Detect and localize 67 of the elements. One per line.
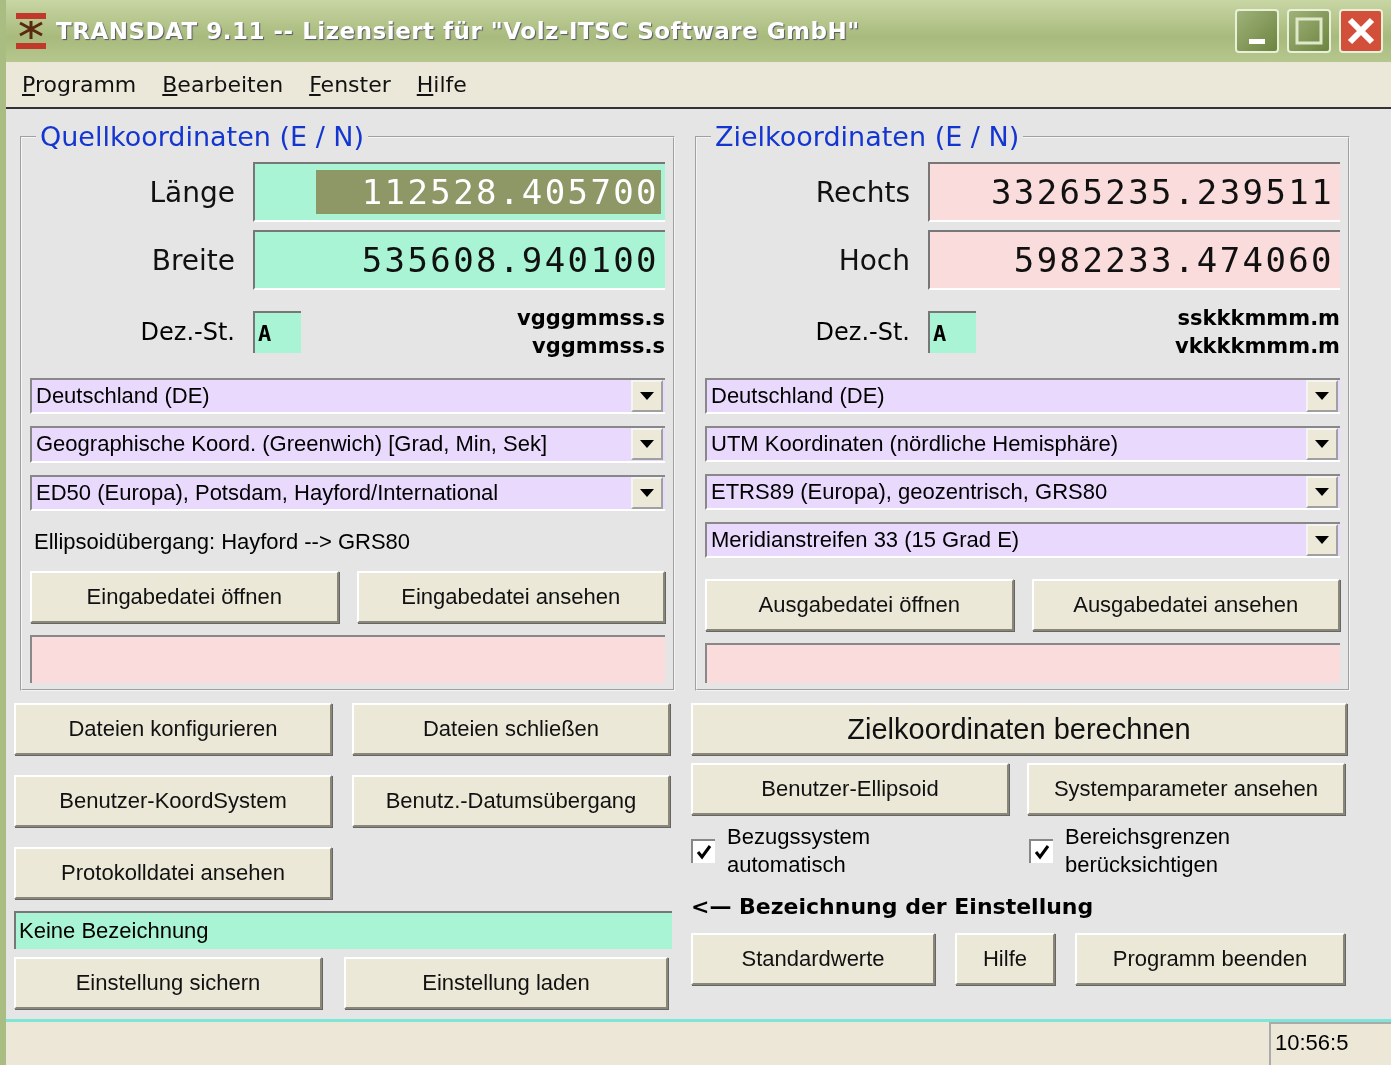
group-title: Quellkoordinaten (E / N) (39, 121, 366, 153)
dropdown[interactable]: UTM Koordinaten (nördliche Hemisphäre) (705, 426, 1340, 463)
file-path-field[interactable] (30, 634, 665, 684)
action-button[interactable]: Hilfe (955, 933, 1055, 986)
action-button[interactable]: Dateien schließen (352, 703, 670, 756)
decimals-label: Dez.-St. (139, 318, 235, 347)
setting-name-field[interactable]: Keine Bezeichnung (14, 911, 672, 950)
action-button[interactable]: Benutzer-Ellipsoid (691, 763, 1009, 816)
coordinate-value: 112528.405700 (315, 170, 661, 215)
dropdown[interactable]: Meridianstreifen 33 (15 Grad E) (705, 522, 1340, 559)
dropdown[interactable]: ETRS89 (Europa), geozentrisch, GRS80 (705, 474, 1340, 511)
checkbox[interactable] (691, 839, 715, 864)
dropdown[interactable]: ED50 (Europa), Potsdam, Hayford/International (30, 474, 665, 511)
file-button[interactable]: Eingabedatei ansehen (356, 570, 665, 623)
compute-button[interactable]: Zielkoordinaten berechnen (691, 703, 1347, 756)
coordinate-value: 5982233.474060 (1012, 239, 1335, 283)
window-title: TRANSDAT 9.11 -- Lizensiert für "Volz-ITSC Software GmbH" (56, 18, 861, 45)
checkbox-label: Bereichsgrenzen berücksichtigen (1065, 823, 1232, 880)
field-label: Länge (148, 175, 235, 209)
close-icon (1347, 17, 1375, 46)
field-label: Breite (150, 243, 235, 277)
action-button[interactable]: Dateien konfigurieren (14, 703, 332, 756)
status-time: 10:56:5 (1269, 1022, 1391, 1065)
close-button[interactable] (1339, 9, 1383, 54)
action-button[interactable]: Standardwerte (691, 933, 935, 986)
action-button[interactable]: Programm beenden (1075, 933, 1345, 986)
setting-hint: <— Bezeichnung der Einstellung (691, 892, 1095, 921)
minimize-icon (1249, 38, 1265, 44)
menu-item[interactable]: Bearbeiten (154, 72, 292, 98)
decimals-label: Dez.-St. (814, 318, 910, 347)
setting-button[interactable]: Einstellung laden (344, 957, 668, 1010)
checkbox-label: Bezugssystem automatisch (727, 823, 872, 880)
format-label: sskkkmmm.m (1177, 305, 1340, 333)
action-button[interactable]: Protokolldatei ansehen (14, 847, 332, 900)
file-button[interactable]: Ausgabedatei ansehen (1031, 578, 1340, 631)
menu-item[interactable]: Fenster (301, 72, 399, 98)
maximize-icon (1295, 17, 1323, 46)
action-button[interactable]: Benutzer-KoordSystem (14, 775, 332, 828)
coordinate-field[interactable]: 33265235.239511 (928, 162, 1340, 223)
file-path-field[interactable] (705, 642, 1340, 684)
checkbox[interactable] (1029, 839, 1053, 864)
action-button[interactable]: Benutz.-Datumsübergang (352, 775, 670, 828)
format-label: vgggmmss.s (516, 305, 665, 333)
decimals-field[interactable]: A (253, 311, 301, 354)
coordinate-field[interactable]: 5982233.474060 (928, 230, 1340, 291)
menu-item[interactable]: Programm (14, 72, 145, 98)
field-label: Hoch (837, 243, 910, 277)
file-button[interactable]: Eingabedatei öffnen (30, 570, 339, 623)
format-label: vggmmss.s (532, 333, 665, 361)
decimals-field[interactable]: A (928, 311, 976, 354)
minimize-button[interactable] (1235, 9, 1279, 54)
group-title: Zielkoordinaten (E / N) (714, 121, 1021, 153)
file-button[interactable]: Ausgabedatei öffnen (705, 578, 1014, 631)
field-label: Rechts (814, 175, 910, 209)
coordinate-field[interactable]: 535608.940100 (253, 230, 665, 291)
dropdown[interactable]: Geographische Koord. (Greenwich) [Grad, Min, Sek] (30, 426, 665, 463)
action-button[interactable]: Systemparameter ansehen (1027, 763, 1345, 816)
setting-button[interactable]: Einstellung sichern (14, 957, 322, 1010)
menu-item[interactable]: Hilfe (408, 72, 475, 98)
dropdown[interactable]: Deutschland (DE) (705, 378, 1340, 415)
app-logo-icon (14, 11, 48, 52)
coordinate-value: 33265235.239511 (989, 171, 1335, 215)
maximize-button[interactable] (1287, 9, 1331, 54)
format-label: vkkkkmmm.m (1174, 333, 1340, 361)
dropdown[interactable]: Deutschland (DE) (30, 378, 665, 415)
coordinate-value: 535608.940100 (360, 239, 660, 283)
ellipsoid-note: Ellipsoidübergang: Hayford --> GRS80 (33, 527, 412, 556)
